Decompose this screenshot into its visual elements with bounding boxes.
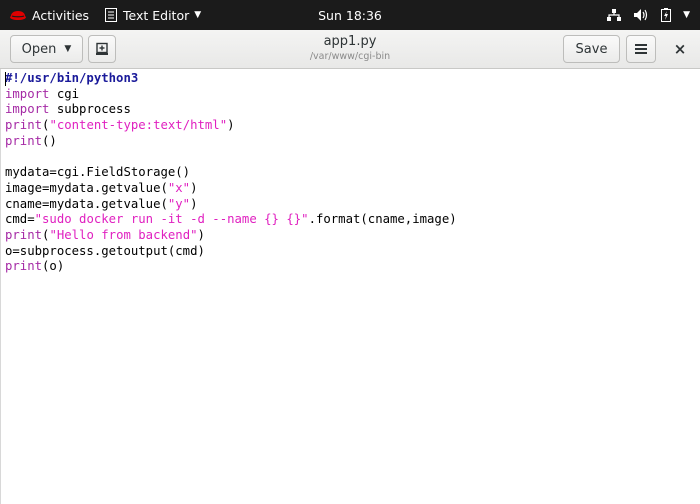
save-button-label: Save [575, 41, 608, 57]
system-tray[interactable]: ▼ [607, 0, 690, 30]
code-token: .format(cname,image) [308, 212, 457, 227]
open-button-label: Open [21, 41, 57, 57]
code-token: cname=mydata.getvalue( [5, 196, 168, 211]
code-token: "Hello from backend" [49, 227, 198, 242]
code-token: cmd= [5, 212, 35, 227]
code-token: "y" [167, 196, 191, 211]
code-line[interactable] [5, 149, 700, 165]
close-icon: × [673, 40, 687, 58]
code-line[interactable]: print("content-type:text/html") [5, 118, 700, 134]
close-button[interactable]: × [666, 35, 694, 63]
code-token: import [5, 102, 50, 117]
code-line[interactable]: o=subprocess.getoutput(cmd) [5, 244, 700, 260]
new-document-icon [96, 42, 108, 55]
code-token: (o) [42, 259, 65, 274]
file-title: app1.py [323, 34, 377, 49]
open-button[interactable]: Open ▼ [10, 35, 83, 63]
save-button[interactable]: Save [563, 35, 620, 63]
code-token: () [42, 133, 57, 148]
code-line[interactable]: image=mydata.getvalue("x") [5, 181, 700, 197]
code-line[interactable]: print() [5, 134, 700, 150]
file-path: /var/www/cgi-bin [309, 51, 391, 62]
code-line[interactable]: import subprocess [5, 102, 700, 118]
code-token: "sudo docker run -it -d --name {} {}" [34, 212, 309, 227]
battery-icon [661, 8, 672, 22]
activities-label: Activities [32, 7, 90, 23]
redhat-logo-icon [10, 11, 26, 20]
text-editor-icon [105, 8, 117, 22]
hamburger-icon [635, 44, 647, 54]
code-token: print [5, 133, 43, 148]
code-line[interactable]: print("Hello from backend") [5, 228, 700, 244]
window-title-area: app1.py /var/www/cgi-bin [200, 33, 500, 63]
code-view[interactable]: #!/usr/bin/python3 import cgi import subpr… [1, 69, 700, 275]
chevron-down-icon: ▼ [194, 10, 202, 20]
code-token: image=mydata.getvalue( [5, 180, 168, 195]
code-token: o=subprocess.getoutput(cmd) [5, 243, 205, 258]
code-token: ) [190, 180, 198, 195]
code-token: cgi [49, 86, 80, 101]
menu-button[interactable] [626, 35, 656, 63]
code-token: print [5, 227, 43, 242]
code-line[interactable]: print(o) [5, 259, 700, 275]
chevron-down-icon: ▼ [64, 44, 72, 54]
clock[interactable]: Sun 18:36 [318, 8, 382, 23]
editor-area[interactable]: #!/usr/bin/python3 import cgi import subpr… [0, 69, 700, 504]
code-line[interactable]: mydata=cgi.FieldStorage() [5, 165, 700, 181]
code-line[interactable]: #!/usr/bin/python3 [5, 71, 700, 87]
code-token: subprocess [49, 102, 131, 117]
code-line[interactable]: cmd="sudo docker run -it -d --name {} {}… [5, 212, 700, 228]
code-line[interactable]: cname=mydata.getvalue("y") [5, 197, 700, 213]
code-token: mydata=cgi.FieldStorage() [5, 165, 191, 180]
header-bar: Open ▼ app1.py /var/www/cgi-bin Save × [0, 30, 700, 69]
code-line[interactable]: import cgi [5, 87, 700, 103]
code-token: #!/usr/bin/python3 [5, 71, 139, 85]
code-token: ) [197, 227, 205, 242]
code-token: ) [190, 196, 198, 211]
code-token: ) [227, 118, 235, 133]
activities-button[interactable]: Activities [8, 0, 89, 30]
top-bar: Activities Text Editor ▼ Sun 18:36 ▼ [0, 0, 700, 30]
code-token: import [5, 86, 50, 101]
code-token: "content-type:text/html" [49, 118, 228, 133]
network-icon [607, 9, 622, 21]
new-document-button[interactable] [88, 35, 116, 63]
app-menu-label: Text Editor [123, 7, 190, 23]
system-menu-chevron-icon: ▼ [683, 10, 690, 20]
volume-icon [634, 9, 648, 21]
app-menu[interactable]: Text Editor ▼ [105, 0, 201, 30]
code-token: "x" [167, 180, 191, 195]
code-token: print [5, 259, 43, 274]
text-cursor [5, 72, 6, 86]
code-token: print [5, 118, 43, 133]
